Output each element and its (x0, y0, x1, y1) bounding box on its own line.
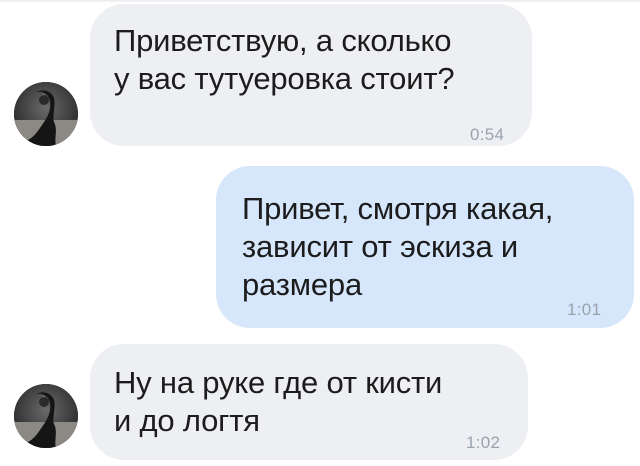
message-timestamp: 1:01 (567, 300, 602, 319)
message-timestamp: 0:54 (470, 125, 505, 144)
message-text: Приветствую, а сколько у вас тутуеровка … (114, 23, 455, 96)
message-bubble-incoming[interactable]: Приветствую, а сколько у вас тутуеровка … (90, 4, 532, 146)
message-bubble-incoming[interactable]: Ну на руке где от кисти и до логтя 1:02 (90, 344, 528, 460)
chat-thread: Приветствую, а сколько у вас тутуеровка … (0, 0, 640, 466)
top-divider (0, 0, 640, 3)
message-bubble-outgoing[interactable]: Привет, смотря какая, зависит от эскиза … (216, 166, 634, 328)
contact-avatar[interactable] (14, 82, 78, 146)
message-text: Привет, смотря какая, зависит от эскиза … (242, 191, 554, 302)
avatar-photo-icon (14, 82, 78, 146)
avatar-photo-icon (14, 384, 78, 448)
contact-avatar[interactable] (14, 384, 78, 448)
message-timestamp: 1:02 (466, 433, 501, 452)
